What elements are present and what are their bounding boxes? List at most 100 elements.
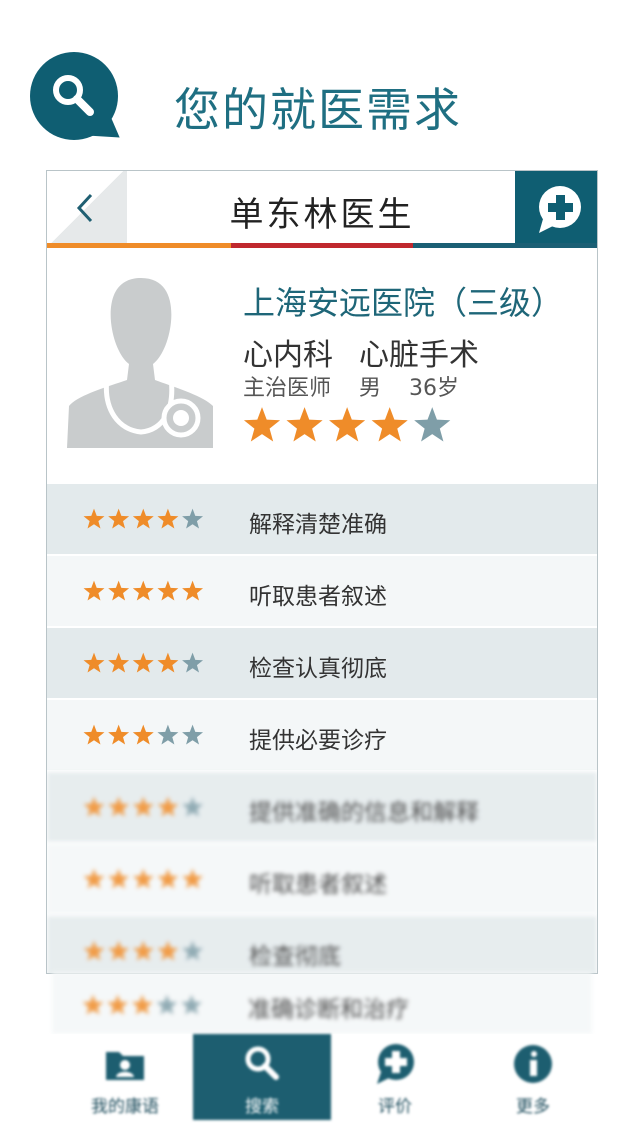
tab-label: 我的康语 — [91, 1097, 159, 1117]
star-icon — [132, 868, 154, 889]
tab-label: 更多 — [516, 1097, 550, 1117]
rating-label: 检查认真彻底 — [249, 656, 387, 682]
star-icon — [371, 407, 408, 442]
star-icon — [157, 796, 179, 817]
rating-stars — [83, 724, 204, 750]
tab-more[interactable]: 更多 — [468, 1034, 598, 1120]
doctor-title: 主治医师 — [243, 376, 332, 401]
star-icon — [182, 652, 204, 673]
star-icon — [108, 652, 130, 673]
star-icon — [182, 580, 204, 601]
star-rating-icons — [243, 407, 451, 442]
star-icon — [157, 940, 179, 961]
tab-label: 搜索 — [245, 1097, 279, 1117]
avatar — [67, 278, 213, 448]
doctor-meta: 主治医师 男 36岁 — [243, 370, 487, 402]
star-icon — [157, 724, 179, 745]
tab-review[interactable]: 评价 — [330, 1034, 460, 1120]
rating-stars — [83, 580, 204, 606]
star-rating-icons — [82, 994, 203, 1015]
tab-search[interactable]: 搜索 — [193, 1034, 331, 1120]
star-rating-icons — [83, 580, 204, 601]
doctor-card: 单东林医生 上海安远医院（三级） 心内科 心脏手术 主治医师 男 36岁 解释清楚… — [46, 170, 598, 974]
overall-rating — [243, 406, 451, 448]
star-icon — [243, 407, 281, 442]
ratings-list: 解释清楚准确 听取患者叙述 检查认真彻底 提供必要诊疗 提供准确的信息和解释 听… — [47, 484, 597, 973]
star-rating-icons — [83, 868, 204, 889]
star-icon — [182, 724, 204, 745]
rating-row: 提供准确的信息和解释 — [47, 772, 597, 844]
tab-my-health[interactable]: 我的康语 — [60, 1034, 190, 1120]
rating-row: 听取患者叙述 — [47, 556, 597, 628]
star-rating-icons — [83, 652, 204, 673]
star-icon — [132, 940, 154, 961]
star-icon — [83, 724, 105, 745]
tab-label: 评价 — [378, 1097, 412, 1117]
star-icon — [182, 940, 204, 961]
rating-row: 检查彻底 — [47, 916, 597, 973]
doctor-age: 36岁 — [409, 376, 460, 401]
rating-stars — [83, 940, 204, 966]
hospital-name: 上海安远医院（三级） — [243, 284, 564, 322]
add-review-button[interactable] — [515, 171, 597, 243]
star-icon — [286, 407, 323, 442]
star-icon — [83, 508, 105, 529]
rating-row: 检查认真彻底 — [47, 628, 597, 700]
star-icon — [132, 724, 154, 745]
rating-row: 听取患者叙述 — [47, 844, 597, 916]
star-icon — [157, 652, 179, 673]
star-rating-icons — [83, 724, 204, 745]
rating-label: 听取患者叙述 — [249, 584, 387, 610]
department: 心内科 — [243, 338, 333, 373]
star-icon — [83, 652, 105, 673]
star-icon — [108, 868, 130, 889]
rating-label: 听取患者叙述 — [249, 872, 387, 898]
star-icon — [132, 508, 154, 529]
star-icon — [108, 580, 130, 601]
rating-stars — [83, 652, 204, 678]
star-icon — [83, 868, 105, 889]
rating-stars — [82, 994, 203, 1020]
doctor-profile: 上海安远医院（三级） 心内科 心脏手术 主治医师 男 36岁 — [47, 248, 597, 484]
star-rating-icons — [83, 796, 204, 817]
star-icon — [108, 724, 130, 745]
hero-header: 您的就医需求 — [0, 0, 640, 170]
rating-label: 准确诊断和治疗 — [248, 997, 409, 1023]
star-icon — [132, 580, 154, 601]
search-icon — [30, 52, 118, 140]
folder-user-icon — [106, 1052, 144, 1080]
rating-stars — [83, 868, 204, 894]
rating-label: 解释清楚准确 — [249, 512, 387, 538]
tab-bar: 我的康语 搜索 评价 更多 — [0, 1034, 640, 1136]
add-review-icon — [539, 186, 581, 233]
back-button[interactable] — [47, 171, 127, 243]
search-icon — [245, 1046, 279, 1080]
rating-row: 提供必要诊疗 — [47, 700, 597, 772]
rating-row: 解释清楚准确 — [47, 484, 597, 556]
department-row: 心内科 心脏手术 — [243, 330, 505, 374]
star-icon — [108, 940, 130, 961]
star-icon — [329, 407, 366, 442]
star-icon — [157, 508, 179, 529]
star-icon — [157, 868, 179, 889]
rating-label: 提供必要诊疗 — [249, 728, 387, 754]
rating-stars — [83, 796, 204, 822]
add-review-icon — [377, 1044, 414, 1084]
star-icon — [182, 868, 204, 889]
info-icon — [514, 1045, 552, 1083]
star-icon — [83, 940, 105, 961]
star-icon — [132, 796, 154, 817]
rating-label: 检查彻底 — [249, 944, 341, 970]
star-icon — [156, 994, 178, 1015]
hero-title: 您的就医需求 — [174, 83, 462, 137]
nav-bar: 单东林医生 — [47, 171, 597, 243]
specialty: 心脏手术 — [359, 338, 479, 373]
star-icon — [83, 796, 105, 817]
rating-stars — [83, 508, 204, 534]
star-rating-icons — [83, 940, 204, 961]
star-icon — [82, 994, 104, 1015]
star-icon — [107, 994, 129, 1015]
doctor-gender: 男 — [359, 376, 382, 401]
star-icon — [182, 796, 204, 817]
chevron-left-icon — [76, 193, 93, 223]
